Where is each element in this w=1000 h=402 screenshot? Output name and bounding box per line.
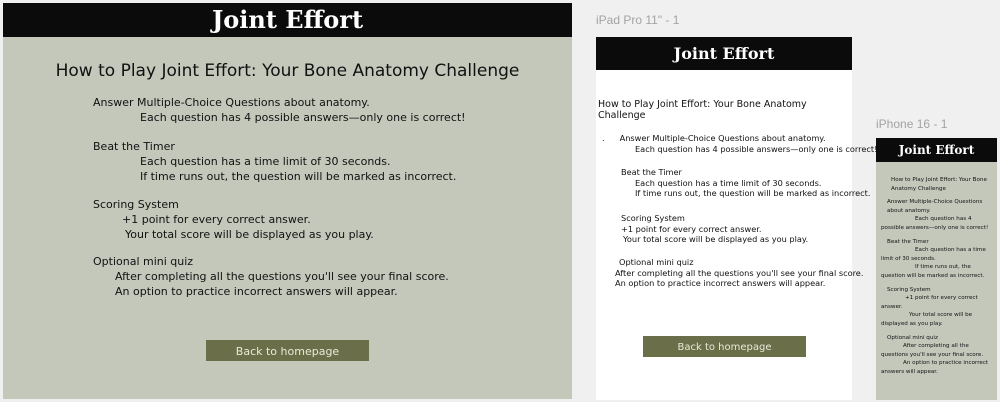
section-heading: Scoring System [93, 198, 179, 211]
section-line: Each question has a time limit of 30 sec… [140, 155, 391, 168]
site-header: Joint Effort [876, 138, 997, 162]
section-timer: Beat the Timer Each question has a time … [621, 167, 870, 199]
section-multiple-choice: Answer Multiple-Choice Questions about a… [93, 95, 466, 125]
ipad-frame-label: iPad Pro 11" - 1 [596, 13, 680, 27]
section-heading: Answer Multiple-Choice Questions about a… [93, 96, 370, 109]
section-line: An option to practice incorrect answers … [881, 360, 989, 375]
section-multiple-choice: Answer Multiple-Choice Questions about a… [881, 198, 995, 232]
section-line: Each question has a time limit of 30 sec… [635, 177, 822, 188]
section-line: Your total score will be displayed as yo… [125, 228, 374, 241]
section-timer: Beat the Timer Each question has a time … [881, 238, 995, 281]
section-heading: Beat the Timer [887, 238, 929, 245]
section-line: Your total score will be displayed as yo… [881, 312, 973, 327]
section-line: Your total score will be displayed as yo… [623, 234, 809, 245]
section-mini-quiz: Optional mini quiz After completing all … [881, 334, 995, 377]
section-line: After completing all the questions you'l… [615, 267, 864, 278]
page-title: How to Play Joint Effort: Your Bone Anat… [55, 61, 520, 81]
desktop-frame: Joint Effort How to Play Joint Effort: Y… [3, 3, 572, 399]
section-heading: Scoring System [887, 286, 931, 293]
section-heading: Optional mini quiz [93, 255, 194, 268]
section-heading: Optional mini quiz [887, 334, 938, 341]
section-heading: Answer Multiple-Choice Questions about a… [887, 199, 983, 214]
section-line: If time runs out, the question will be m… [881, 264, 985, 279]
section-heading: Beat the Timer [93, 140, 175, 153]
section-heading: Answer Multiple-Choice Questions about a… [619, 133, 826, 143]
back-to-homepage-button[interactable]: Back to homepage [206, 340, 369, 361]
page-title: How to Play Joint Effort: Your Bone Anat… [891, 177, 987, 192]
section-timer: Beat the Timer Each question has a time … [93, 139, 456, 184]
section-multiple-choice: . Answer Multiple-Choice Questions about … [602, 133, 877, 154]
page-content: How to Play Joint Effort: Your Bone Anat… [881, 176, 995, 376]
iphone-frame-label: iPhone 16 - 1 [876, 117, 948, 131]
section-line: Each question has 4 possible answers—onl… [881, 216, 989, 231]
ipad-frame: Joint Effort How to Play Joint Effort: Y… [596, 37, 877, 400]
section-mini-quiz: Optional mini quiz After completing all … [615, 257, 863, 289]
section-scoring: Scoring System +1 point for every correc… [93, 197, 374, 242]
section-line: +1 point for every correct answer. [621, 223, 762, 234]
section-scoring: Scoring System +1 point for every correc… [621, 213, 808, 245]
iphone-frame: Joint Effort How to Play Joint Effort: Y… [876, 138, 997, 400]
section-line: After completing all the questions you'l… [881, 343, 984, 358]
section-heading: Optional mini quiz [619, 257, 694, 267]
page-title: How to Play Joint Effort: Your Bone Anat… [598, 99, 807, 121]
section-line: Each question has 4 possible answers—onl… [635, 143, 878, 154]
section-heading: Scoring System [621, 213, 685, 223]
site-header: Joint Effort [596, 37, 852, 70]
section-line: If time runs out, the question will be m… [140, 170, 457, 183]
site-header: Joint Effort [3, 3, 572, 37]
section-line: Each question has 4 possible answers—onl… [140, 111, 466, 124]
section-line: An option to practice incorrect answers … [615, 278, 826, 289]
section-line: +1 point for every correct answer. [122, 213, 311, 226]
section-mini-quiz: Optional mini quiz After completing all … [93, 254, 449, 299]
section-heading: Beat the Timer [621, 167, 682, 177]
section-line: +1 point for every correct answer. [881, 295, 978, 310]
section-line: After completing all the questions you'l… [115, 270, 449, 283]
back-to-homepage-button[interactable]: Back to homepage [643, 336, 806, 357]
section-scoring: Scoring System +1 point for every correc… [881, 286, 995, 329]
section-line: Each question has a time limit of 30 sec… [881, 247, 986, 262]
section-line: If time runs out, the question will be m… [635, 188, 871, 199]
section-line: An option to practice incorrect answers … [115, 285, 398, 298]
